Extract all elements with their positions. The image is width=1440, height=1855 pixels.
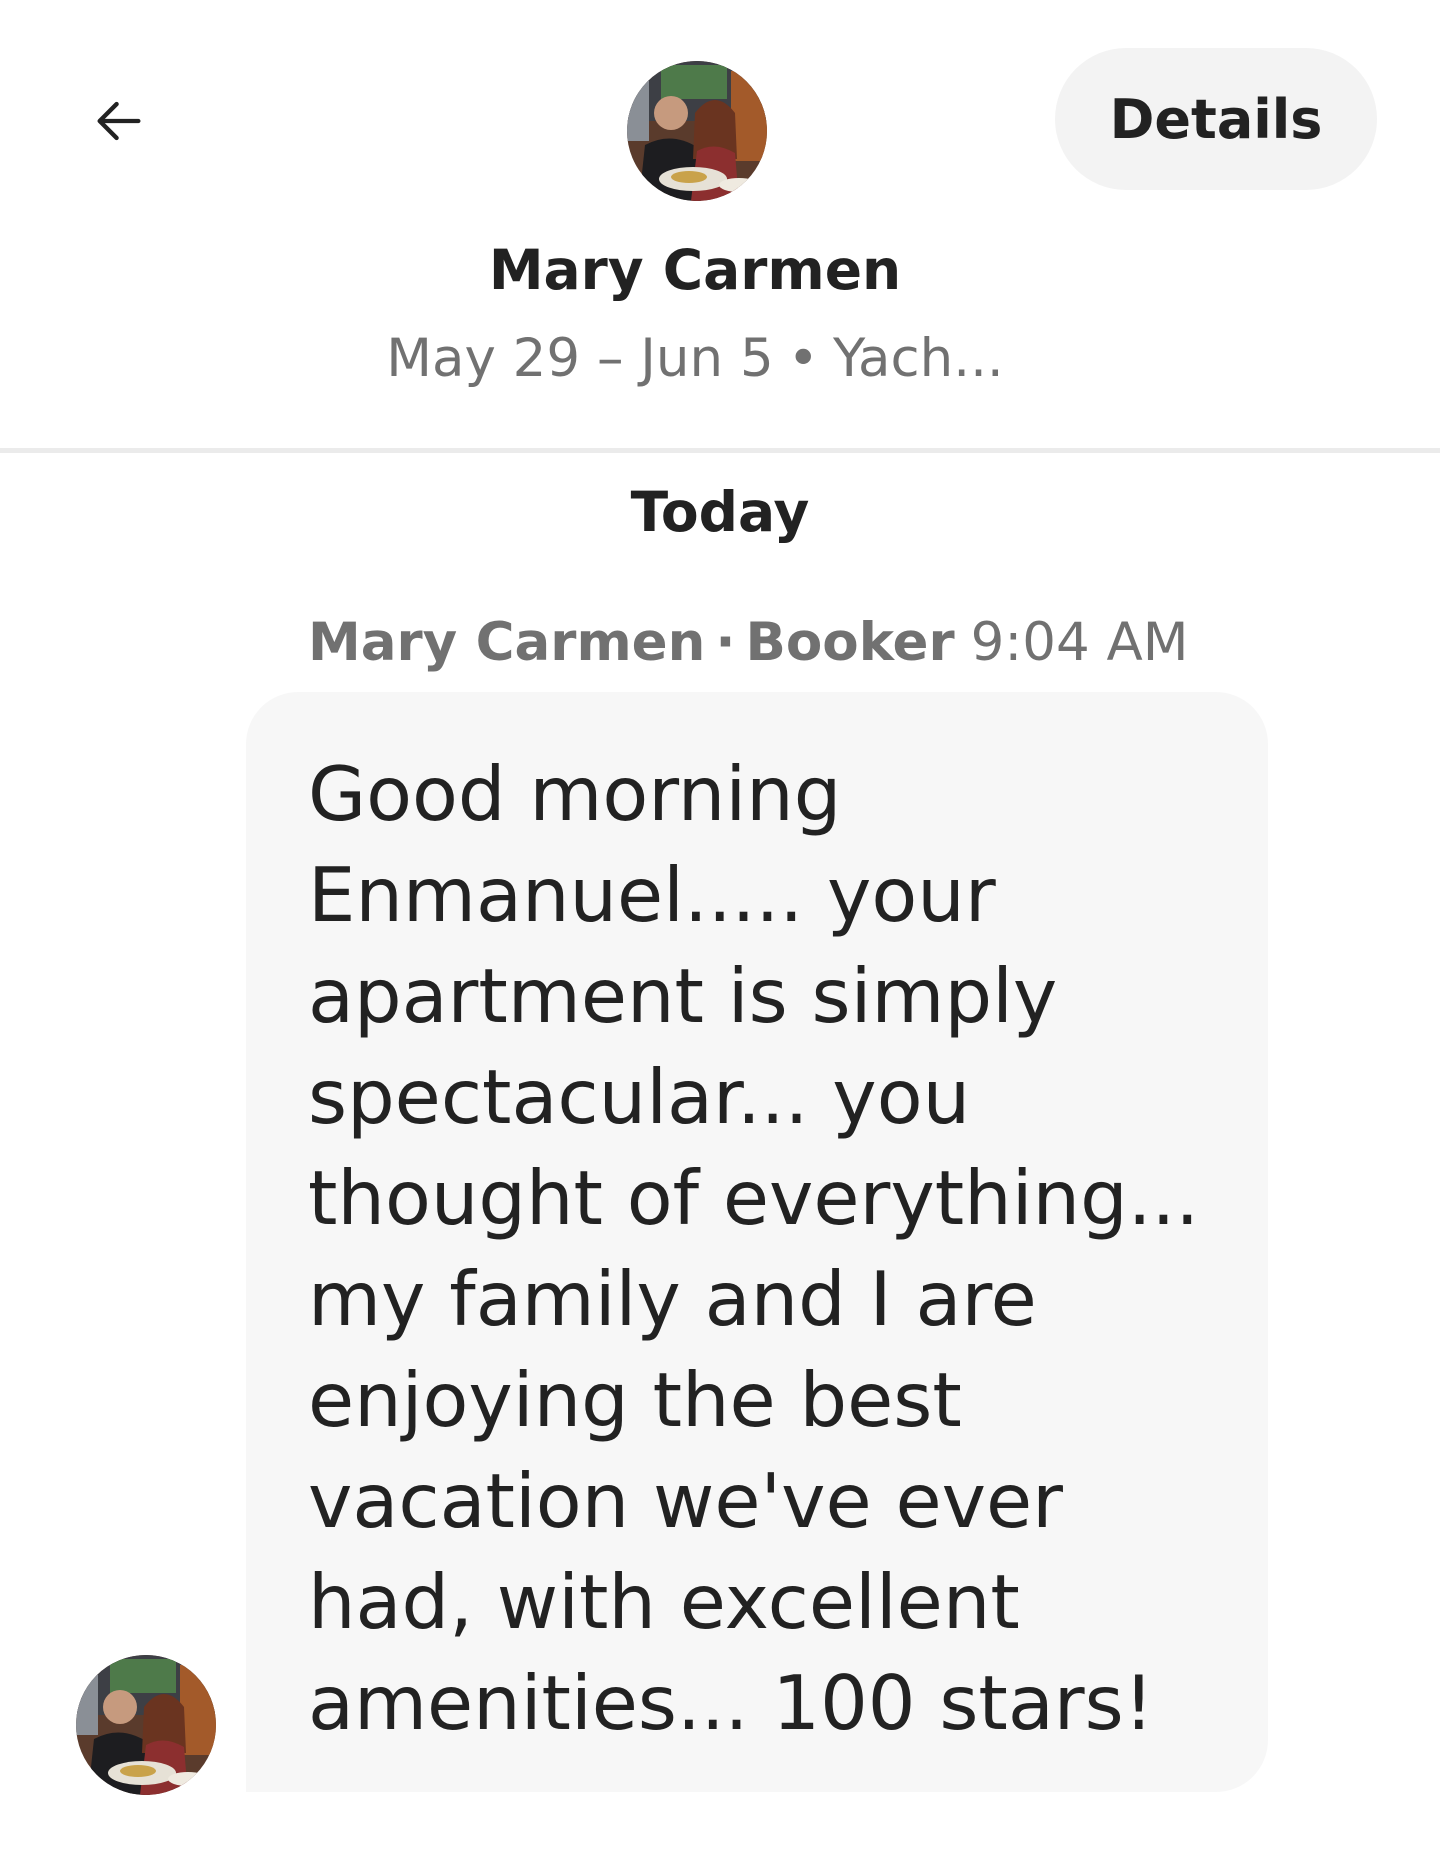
day-separator: Today (630, 480, 810, 544)
avatar-photo (627, 61, 767, 201)
arrow-left-icon (97, 101, 141, 141)
message-meta: Mary Carmen · Booker 9:04 AM (308, 612, 1189, 673)
trip-separator: • (787, 328, 819, 389)
trip-summary[interactable]: May 29 – Jun 5 • Yach... (0, 328, 1390, 389)
sender-role: Booker (745, 612, 955, 673)
message-sender: Mary Carmen (308, 612, 706, 673)
trip-dates: May 29 – Jun 5 (386, 328, 774, 389)
message-bubble[interactable]: Good morning Enmanuel..... your apartmen… (246, 692, 1268, 1792)
avatar-photo (76, 1655, 216, 1795)
back-button[interactable] (82, 84, 156, 158)
meta-separator: · (715, 612, 736, 673)
message-time: 9:04 AM (970, 612, 1189, 673)
details-button[interactable]: Details (1055, 48, 1377, 190)
sender-avatar[interactable] (76, 1655, 216, 1795)
trip-listing: Yach... (832, 328, 1004, 389)
conversation-header: Details Mary Carmen May 29 – Jun 5 • Yach.… (0, 0, 1440, 448)
header-divider (0, 448, 1440, 453)
contact-name: Mary Carmen (488, 238, 902, 302)
contact-avatar[interactable] (627, 61, 767, 201)
message-text: Good morning Enmanuel..... your apartmen… (308, 750, 1200, 1747)
